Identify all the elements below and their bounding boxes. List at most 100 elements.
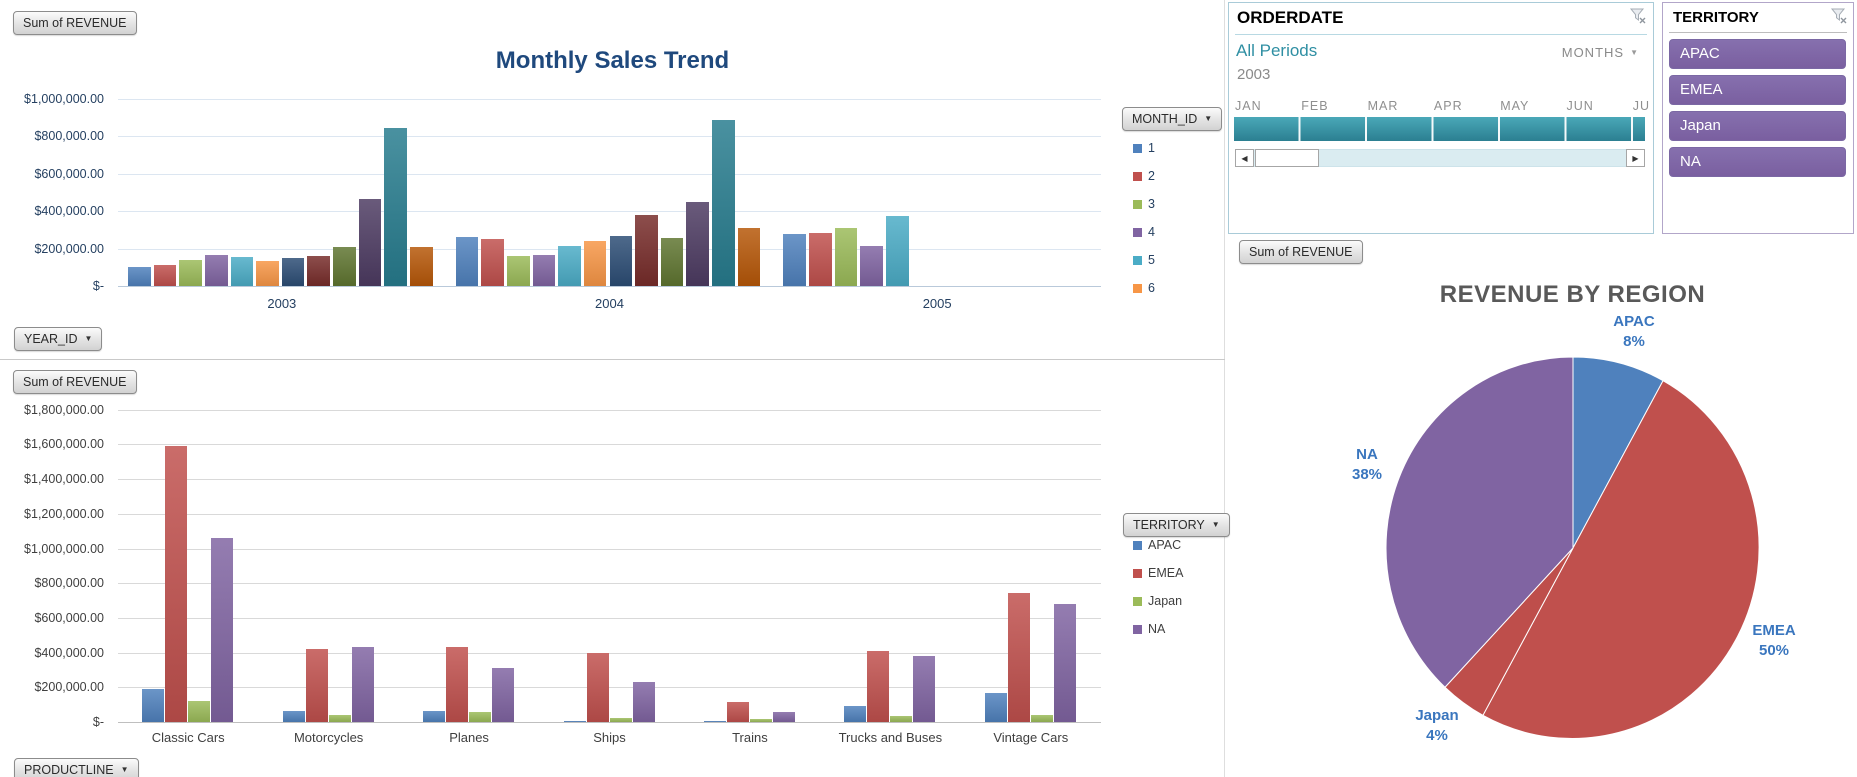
bar-2004-month-1: [455, 237, 479, 286]
slicer-item-emea[interactable]: EMEA: [1669, 75, 1846, 105]
pie-label-percent: 4%: [1426, 727, 1448, 744]
x-axis-category-label: Planes: [449, 730, 489, 745]
dropdown-caret-icon: ▼: [1211, 520, 1220, 529]
bar-2004-month-10: [686, 202, 710, 286]
bar-2004-month-4: [532, 255, 556, 286]
timeline-month-label[interactable]: JAN: [1235, 99, 1262, 113]
legend-item-apac: APAC: [1133, 538, 1181, 552]
pivot-field-button-sum-of-revenue-bottom[interactable]: Sum of REVENUE: [13, 370, 137, 394]
timeline-year-label: 2003: [1237, 66, 1271, 83]
bar-2003-month-10: [358, 199, 382, 286]
pivot-axis-button-label: YEAR_ID: [24, 332, 78, 346]
pivot-legend-button-month-id[interactable]: MONTH_ID ▼: [1122, 107, 1223, 131]
bar-trains-japan: [749, 719, 772, 722]
x-axis-year-label: 2004: [595, 296, 624, 311]
bar-2005-month-2: [808, 233, 832, 286]
pivot-field-button-label: Sum of REVENUE: [23, 16, 127, 30]
legend-item-month-6: 6: [1133, 281, 1155, 295]
dropdown-caret-icon: ▼: [1204, 114, 1213, 123]
bar-2003-month-2: [153, 265, 177, 286]
bar-2003-month-7: [281, 258, 305, 286]
dropdown-caret-icon: ▼: [1630, 48, 1639, 57]
bar-2003-month-1: [128, 267, 151, 286]
legend-item-month-5: 5: [1133, 253, 1155, 267]
bar-2005-month-5: [885, 216, 909, 286]
pivot-legend-button-territory[interactable]: TERRITORY ▼: [1123, 513, 1230, 537]
pivot-field-button-sum-of-revenue-pie[interactable]: Sum of REVENUE: [1239, 240, 1363, 264]
slicer-item-na[interactable]: NA: [1669, 147, 1846, 177]
timeline-month-label[interactable]: FEB: [1301, 99, 1328, 113]
timeline-month-label[interactable]: JU: [1633, 99, 1650, 113]
dropdown-caret-icon: ▼: [84, 334, 93, 343]
bar-2003-month-8: [307, 256, 331, 286]
y-axis-label: $1,600,000.00: [24, 437, 104, 452]
bar-2004-month-2: [481, 239, 504, 286]
bar-ships-na: [632, 682, 655, 722]
orderdate-timeline-slicer: ORDERDATE All Periods MONTHS ▼ 2003 ◀ ▶ …: [1228, 2, 1654, 234]
x-axis-year-label: 2005: [922, 296, 952, 311]
bar-classic-cars-japan: [188, 701, 211, 722]
pie-label-percent: 38%: [1351, 466, 1383, 483]
bar-2004-month-7: [609, 236, 633, 286]
pie-data-label-emea: EMEA 50%: [1729, 621, 1819, 661]
bar-2003-month-12: [410, 247, 433, 286]
clear-filter-icon[interactable]: [1830, 7, 1848, 25]
bar-2004-month-5: [558, 246, 581, 286]
bar-2003-month-5: [230, 256, 254, 286]
bar-motorcycles-japan: [328, 715, 351, 722]
timeline-scroll-left-button[interactable]: ◀: [1235, 149, 1254, 167]
pivot-field-button-sum-of-revenue-top[interactable]: Sum of REVENUE: [13, 11, 137, 35]
timeline-month-label[interactable]: APR: [1434, 99, 1463, 113]
timeline-selection-bar[interactable]: [1234, 117, 1645, 141]
timeline-month-label[interactable]: JUN: [1567, 99, 1594, 113]
bar-motorcycles-apac: [282, 710, 305, 722]
slicer-item-japan[interactable]: Japan: [1669, 111, 1846, 141]
legend-swatch: [1133, 624, 1142, 634]
gridline: [118, 444, 1101, 446]
legend-item-japan: Japan: [1133, 594, 1182, 608]
clear-filter-icon[interactable]: [1629, 7, 1647, 25]
timeline-month-label[interactable]: MAR: [1368, 99, 1399, 113]
pie-data-label-apac: APAC 8%: [1589, 312, 1679, 352]
bar-trucks-and-buses-emea: [867, 651, 890, 722]
bar-planes-apac: [423, 710, 446, 722]
gridline: [118, 173, 1101, 175]
legend-label: 6: [1148, 281, 1155, 295]
y-axis-label: $400,000.00: [34, 645, 104, 660]
legend-swatch: [1133, 171, 1142, 181]
gridline: [118, 548, 1101, 550]
y-axis-label: $-: [92, 715, 104, 729]
bar-ships-japan: [609, 717, 632, 722]
gridline: [118, 617, 1101, 619]
bar-2004-month-11: [712, 119, 735, 286]
gridline: [118, 687, 1101, 689]
pie-label-name: APAC: [1613, 313, 1655, 330]
legend-label: 1: [1148, 141, 1155, 155]
bar-trains-na: [772, 712, 795, 722]
territory-slicer: TERRITORY APAC EMEA Japan NA: [1662, 2, 1854, 234]
pivot-axis-button-productline[interactable]: PRODUCTLINE ▼: [14, 758, 139, 777]
bar-2005-month-4: [860, 246, 883, 286]
timeline-scroll-thumb[interactable]: [1255, 149, 1319, 167]
bar-2003-month-9: [333, 247, 356, 286]
y-axis-label: $1,200,000.00: [24, 506, 104, 521]
legend-label: 5: [1148, 253, 1155, 267]
timeline-month-label[interactable]: MAY: [1500, 99, 1529, 113]
y-axis-label: $600,000.00: [34, 610, 104, 625]
timeline-scroll-right-button[interactable]: ▶: [1626, 149, 1645, 167]
x-axis-line: [118, 722, 1101, 723]
pivot-legend-button-label: TERRITORY: [1133, 518, 1205, 532]
pivot-legend-button-label: MONTH_ID: [1132, 112, 1198, 126]
y-axis-label: $400,000.00: [34, 204, 104, 218]
pie-label-percent: 50%: [1758, 642, 1790, 659]
bar-motorcycles-na: [351, 647, 374, 722]
bar-2004-month-6: [583, 241, 607, 286]
top-chart-title: Monthly Sales Trend: [495, 47, 730, 74]
y-axis-label: $1,000,000.00: [24, 91, 104, 106]
pivot-axis-button-year-id[interactable]: YEAR_ID ▼: [14, 327, 103, 351]
bar-motorcycles-emea: [305, 649, 328, 722]
legend-swatch: [1133, 283, 1142, 293]
vertical-divider: [1224, 0, 1225, 777]
timeline-level-dropdown[interactable]: MONTHS ▼: [1562, 45, 1639, 60]
slicer-item-apac[interactable]: APAC: [1669, 39, 1846, 69]
